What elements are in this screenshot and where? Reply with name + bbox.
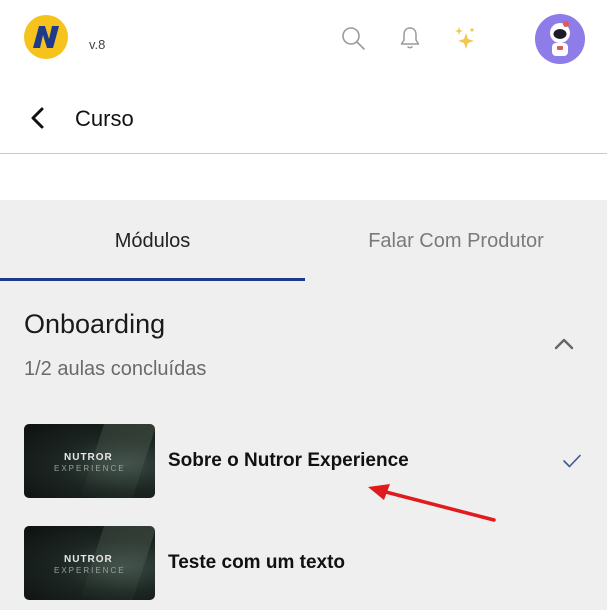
active-tab-indicator [0,278,305,281]
lesson-title: Sobre o Nutror Experience [168,450,409,471]
lesson-title: Teste com um texto [168,552,346,573]
lesson-thumbnail: NUTROR EXPERIENCE [24,424,155,498]
lesson-item[interactable]: NUTROR EXPERIENCE Teste com um texto [0,520,607,608]
thumbnail-title: NUTROR [64,554,113,565]
sparkle-icon [455,27,474,49]
lesson-item[interactable]: NUTROR EXPERIENCE Sobre o Nutror Experie… [0,418,607,506]
annotation-arrow-icon [368,484,496,522]
chevron-up-icon[interactable] [552,336,576,352]
back-arrow-icon[interactable] [24,104,52,132]
bell-icon [400,27,420,49]
page-header: Curso [0,84,607,154]
app-version: v.8 [89,37,106,52]
search-button[interactable] [339,24,367,52]
module-header[interactable]: Onboarding 1/2 aulas concluídas [0,290,607,400]
module-progress: 1/2 aulas concluídas [24,358,207,380]
top-bar: v.8 [0,0,607,84]
tab-talk-to-producer[interactable]: Falar Com Produtor [305,200,607,282]
page-title: Curso [75,106,134,131]
tab-modules[interactable]: Módulos [0,200,305,282]
check-icon [563,454,581,468]
tab-bar: Módulos Falar Com Produtor [0,200,607,282]
notifications-button[interactable] [396,24,424,52]
app-logo[interactable] [22,13,70,61]
ai-assistant-button[interactable] [451,24,479,52]
module-title: Onboarding [24,309,166,339]
astronaut-icon [550,21,570,56]
lesson-thumbnail: NUTROR EXPERIENCE [24,526,155,600]
thumbnail-subtitle: EXPERIENCE [54,566,126,575]
thumbnail-subtitle: EXPERIENCE [54,464,126,473]
search-icon [342,27,365,50]
user-avatar[interactable] [535,14,585,64]
thumbnail-title: NUTROR [64,452,113,463]
